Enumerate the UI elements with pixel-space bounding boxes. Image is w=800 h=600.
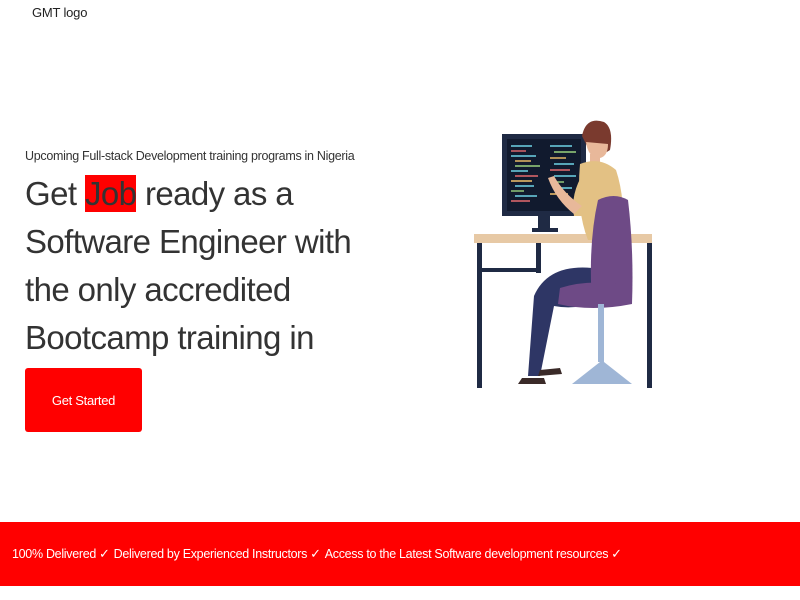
feature-item: 100% Delivered ✓ — [12, 546, 114, 562]
feature-item: Access to the Latest Software developmen… — [325, 546, 626, 562]
feature-label: Access to the Latest Software developmen… — [324, 547, 609, 561]
feature-label: Delivered by Experienced Instructors — [113, 547, 308, 561]
headline-prefix: Get — [25, 175, 85, 212]
chair-post — [598, 304, 604, 362]
get-started-button[interactable]: Get Started — [25, 368, 142, 432]
chair-seat — [558, 282, 632, 308]
monitor-stand — [538, 216, 550, 230]
developer-at-desk-illustration — [474, 120, 652, 388]
check-icon: ✓ — [611, 546, 622, 561]
feature-item: Delivered by Experienced Instructors ✓ — [114, 546, 325, 562]
check-icon: ✓ — [99, 546, 110, 561]
desk-leg — [477, 243, 482, 388]
headline-highlight: Job — [84, 175, 137, 212]
hero-subtitle: Upcoming Full-stack Development training… — [25, 149, 355, 163]
feature-label: 100% Delivered — [12, 547, 97, 561]
chair-base — [572, 362, 632, 384]
check-icon: ✓ — [310, 546, 321, 561]
shoe — [518, 378, 546, 384]
features-banner: 100% Delivered ✓ Delivered by Experience… — [0, 522, 800, 586]
logo[interactable]: GMT logo — [32, 5, 87, 20]
